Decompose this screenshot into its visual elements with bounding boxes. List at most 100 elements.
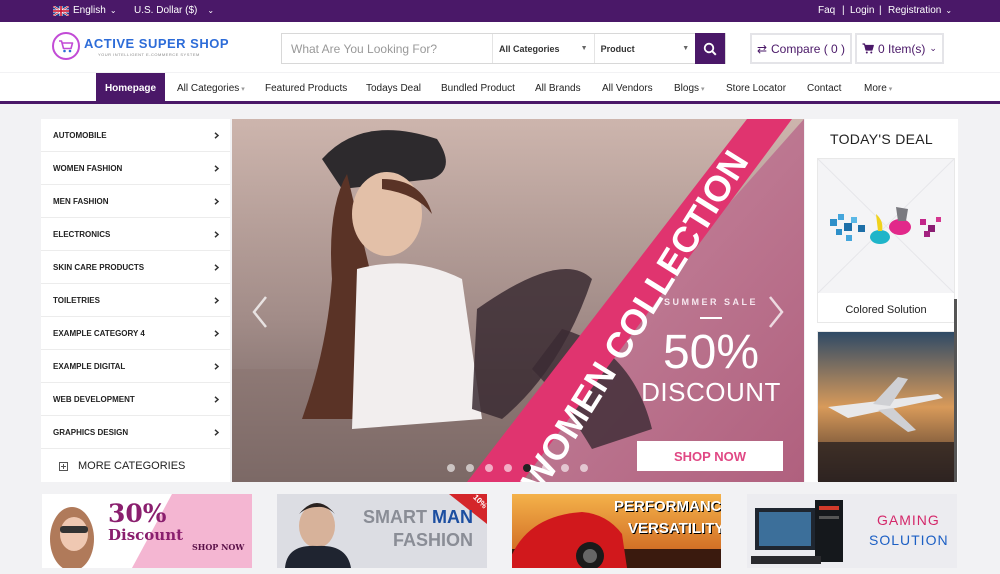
slider-dot[interactable] — [504, 464, 512, 472]
nav-label: All Brands — [535, 83, 581, 94]
search-type-label: Product — [600, 43, 635, 54]
slider-dot[interactable] — [485, 464, 493, 472]
category-label: AUTOMOBILE — [53, 130, 107, 140]
caret-down-icon: ▾ — [701, 85, 705, 93]
nav-more[interactable]: More ▾ — [864, 73, 892, 104]
nav-store-locator[interactable]: Store Locator — [726, 73, 786, 104]
nav-all-vendors[interactable]: All Vendors — [602, 73, 653, 104]
category-label: EXAMPLE DIGITAL — [53, 361, 126, 371]
caret-down-icon: ▾ — [888, 85, 893, 93]
nav-label: All Vendors — [602, 83, 653, 94]
category-item[interactable]: GRAPHICS DESIGN — [41, 416, 230, 449]
nav-contact[interactable]: Contact — [807, 73, 841, 104]
nav-all-categories[interactable]: All Categories ▾ — [177, 73, 245, 104]
slider-dots — [447, 464, 588, 472]
search-type-select[interactable]: Product ▼ — [593, 34, 696, 63]
more-categories-button[interactable]: MORE CATEGORIES — [41, 449, 230, 483]
compare-arrows-icon: ⇄ — [756, 41, 768, 56]
cart-label: 0 Item(s) — [878, 41, 926, 56]
hero-slider[interactable]: WOMEN COLLECTION SUMMER SALE 50% DISCOUN… — [232, 119, 804, 482]
category-label: GRAPHICS DESIGN — [53, 427, 129, 437]
slider-dot[interactable] — [561, 464, 569, 472]
nav-label: More — [864, 83, 887, 94]
banner-discount[interactable]: 30% Discount SHOP NOW — [42, 494, 252, 568]
deal-card[interactable]: Colored Solution — [817, 158, 955, 323]
language-label: English — [73, 5, 106, 16]
compare-button[interactable]: ⇄ Compare ( 0 ) — [750, 33, 852, 64]
nav-all-brands[interactable]: All Brands — [535, 73, 581, 104]
promo-eyebrow: SUMMER SALE — [663, 297, 758, 307]
shop-now-button[interactable]: SHOP NOW — [637, 441, 783, 471]
slider-dot[interactable] — [580, 464, 588, 472]
banner-smart-man[interactable]: 10% SMART MAN FASHION — [277, 494, 487, 568]
banner-man-word: MAN — [432, 507, 474, 527]
category-item[interactable]: ELECTRONICS — [41, 218, 230, 251]
banner-gaming-subtitle: SOLUTION — [869, 532, 949, 548]
category-label: SKIN CARE PRODUCTS — [53, 262, 145, 272]
compare-label: Compare ( 0 ) — [771, 41, 846, 56]
search-button[interactable] — [695, 33, 725, 64]
slider-prev-arrow[interactable] — [250, 295, 270, 329]
login-label: Login — [850, 5, 875, 16]
nav-label: Bundled Product — [441, 83, 515, 94]
category-item[interactable]: EXAMPLE CATEGORY 4 — [41, 317, 230, 350]
chevron-right-icon — [214, 296, 220, 304]
search-input[interactable] — [282, 34, 493, 63]
promo-divider — [700, 317, 722, 319]
top-bar: English ⌄ U.S. Dollar ($) ⌄ Faq | Login … — [0, 0, 1000, 22]
nav-label: Contact — [807, 83, 842, 94]
banner-discount-percent: 30% — [108, 499, 167, 528]
deal-card[interactable] — [817, 331, 955, 482]
chevron-right-icon — [214, 164, 220, 172]
category-select-label: All Categories — [499, 43, 560, 54]
search-bar: All Categories ▼ Product ▼ — [281, 33, 726, 64]
nav-bundled-product[interactable]: Bundled Product — [441, 73, 515, 104]
chevron-right-icon — [214, 131, 220, 139]
deal-product-name: Colored Solution — [845, 304, 927, 316]
deal-scrollbar[interactable] — [954, 299, 957, 482]
category-label: WEB DEVELOPMENT — [53, 394, 135, 404]
nav-featured-products[interactable]: Featured Products — [265, 73, 347, 104]
search-icon — [703, 42, 717, 56]
banner-performance-title: PERFORMANCE — [614, 498, 721, 515]
separator: | — [879, 5, 882, 16]
banner-gaming[interactable]: GAMING SOLUTION — [747, 494, 957, 568]
promo-percent: 50% — [662, 326, 760, 379]
banner-gaming-title: GAMING — [877, 512, 940, 528]
category-sidebar: AUTOMOBILE WOMEN FASHION MEN FASHION ELE… — [41, 119, 230, 482]
nav-todays-deal[interactable]: Todays Deal — [366, 73, 421, 104]
category-item[interactable]: AUTOMOBILE — [41, 119, 230, 152]
category-item[interactable]: EXAMPLE DIGITAL — [41, 350, 230, 383]
category-item[interactable]: TOILETRIES — [41, 284, 230, 317]
language-selector[interactable]: English ⌄ — [53, 5, 117, 16]
category-item[interactable]: MEN FASHION — [41, 185, 230, 218]
category-item[interactable]: SKIN CARE PRODUCTS — [41, 251, 230, 284]
nav-blogs[interactable]: Blogs ▾ — [674, 73, 705, 104]
cart-button[interactable]: 0 Item(s) ⌄ — [855, 33, 944, 64]
category-item[interactable]: WEB DEVELOPMENT — [41, 383, 230, 416]
currency-selector[interactable]: U.S. Dollar ($) ⌄ — [134, 5, 214, 16]
banner-gaming-image — [747, 494, 957, 568]
category-select[interactable]: All Categories ▼ — [492, 34, 594, 63]
chevron-down-icon: ⌄ — [207, 6, 215, 15]
banner-performance[interactable]: PERFORMANCE VERSATILITY — [512, 494, 721, 568]
faq-link[interactable]: Faq — [818, 5, 835, 16]
logo-title: ACTIVE SUPER SHOP — [84, 35, 230, 51]
slider-dot[interactable] — [447, 464, 455, 472]
slider-dot[interactable] — [523, 464, 531, 472]
category-item[interactable]: WOMEN FASHION — [41, 152, 230, 185]
nav-homepage[interactable]: Homepage — [96, 73, 165, 104]
cart-logo-icon — [52, 32, 80, 60]
caret-down-icon: ▾ — [241, 85, 245, 93]
caret-down-icon: ▼ — [580, 45, 588, 52]
site-logo[interactable]: ACTIVE SUPER SHOP YOUR INTELLIGENT E-COM… — [52, 32, 229, 60]
chevron-right-icon — [214, 362, 220, 370]
banner-smart-man-title: SMART MAN — [363, 507, 473, 528]
login-link[interactable]: Login — [850, 5, 874, 16]
more-categories-label: MORE CATEGORIES — [78, 460, 186, 472]
banner-performance-subtitle: VERSATILITY — [628, 520, 721, 537]
slider-dot[interactable] — [466, 464, 474, 472]
nav-label: Todays Deal — [366, 83, 422, 94]
registration-link[interactable]: Registration ⌄ — [888, 5, 952, 16]
slider-dot[interactable] — [542, 464, 550, 472]
